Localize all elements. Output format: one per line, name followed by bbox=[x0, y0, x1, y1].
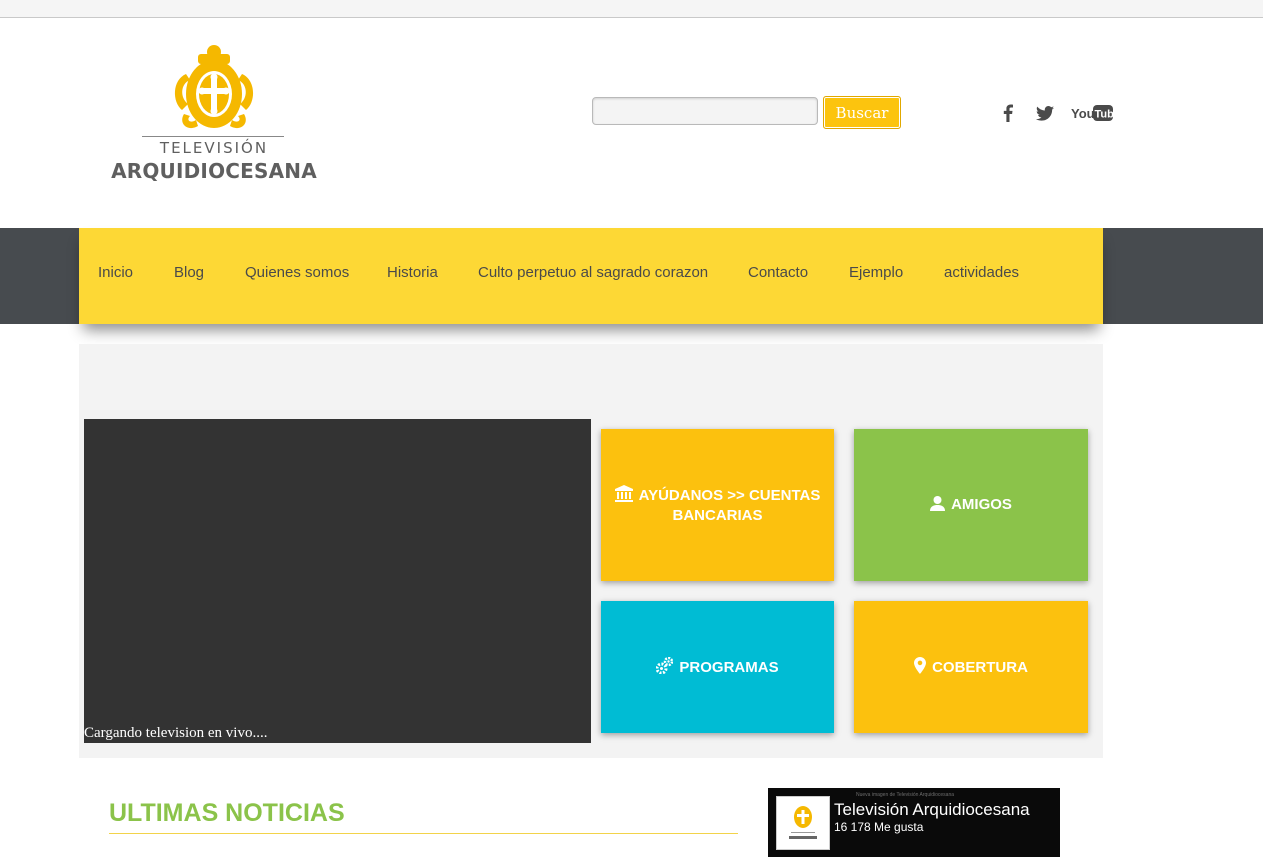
news-section-title: ULTIMAS NOTICIAS bbox=[109, 799, 345, 827]
facebook-page-avatar[interactable] bbox=[776, 796, 830, 850]
tile-ayudanos-label: AYÚDANOS >> CUENTAS BANCARIAS bbox=[638, 486, 821, 524]
nav-item-contacto[interactable]: Contacto bbox=[748, 264, 808, 281]
tile-cobertura-label: COBERTURA bbox=[932, 658, 1028, 676]
logo-divider bbox=[142, 136, 284, 137]
facebook-icon[interactable] bbox=[1000, 103, 1016, 123]
logo-thumbnail-icon bbox=[789, 806, 817, 839]
video-loading-text: Cargando television en vivo.... bbox=[84, 725, 268, 741]
live-tv-player[interactable]: Cargando television en vivo.... bbox=[84, 419, 591, 743]
gears-icon bbox=[655, 656, 674, 674]
tile-programas[interactable]: PROGRAMAS bbox=[601, 601, 834, 733]
nav-item-blog[interactable]: Blog bbox=[174, 264, 204, 281]
nav-item-quienes-somos[interactable]: Quienes somos bbox=[245, 264, 349, 281]
bank-icon bbox=[614, 484, 633, 502]
tile-programas-label: PROGRAMAS bbox=[679, 658, 779, 676]
svg-text:You: You bbox=[1071, 106, 1095, 121]
twitter-icon[interactable] bbox=[1034, 103, 1056, 123]
facebook-page-name[interactable]: Televisión Arquidiocesana bbox=[834, 800, 1054, 820]
tile-ayudanos-cuentas[interactable]: AYÚDANOS >> CUENTAS BANCARIAS bbox=[601, 429, 834, 581]
tile-cobertura[interactable]: COBERTURA bbox=[854, 601, 1088, 733]
map-pin-icon bbox=[914, 656, 927, 674]
logo-text-arquidiocesana: ARQUIDIOCESANA bbox=[111, 159, 317, 183]
search-button[interactable]: Buscar bbox=[823, 96, 901, 129]
youtube-icon[interactable]: You Tube bbox=[1070, 103, 1114, 123]
logo-text-television: TELEVISIÓN bbox=[159, 139, 269, 157]
tile-amigos[interactable]: AMIGOS bbox=[854, 429, 1088, 581]
coat-of-arms-icon bbox=[174, 45, 254, 129]
nav-item-actividades[interactable]: actividades bbox=[944, 264, 1019, 281]
nav-item-ejemplo[interactable]: Ejemplo bbox=[849, 264, 903, 281]
nav-item-inicio[interactable]: Inicio bbox=[98, 264, 133, 281]
main-nav: Inicio Blog Quienes somos Historia Culto… bbox=[79, 228, 1103, 324]
site-logo[interactable]: TELEVISIÓN ARQUIDIOCESANA bbox=[108, 44, 320, 184]
nav-item-historia[interactable]: Historia bbox=[387, 264, 438, 281]
tile-amigos-label: AMIGOS bbox=[951, 496, 1012, 513]
search-input[interactable] bbox=[592, 97, 818, 125]
svg-text:Tube: Tube bbox=[1095, 109, 1114, 121]
facebook-likes-count: 16 178 Me gusta bbox=[834, 820, 924, 834]
news-title-underline bbox=[109, 833, 738, 834]
nav-item-culto-perpetuo[interactable]: Culto perpetuo al sagrado corazon bbox=[478, 264, 708, 281]
facebook-page-widget[interactable]: Nueva imagen de Televisión Arquidiocesan… bbox=[768, 788, 1060, 857]
facebook-cover-text: Nueva imagen de Televisión Arquidiocesan… bbox=[856, 792, 955, 798]
user-icon bbox=[930, 496, 946, 511]
browser-top-strip bbox=[0, 0, 1263, 18]
